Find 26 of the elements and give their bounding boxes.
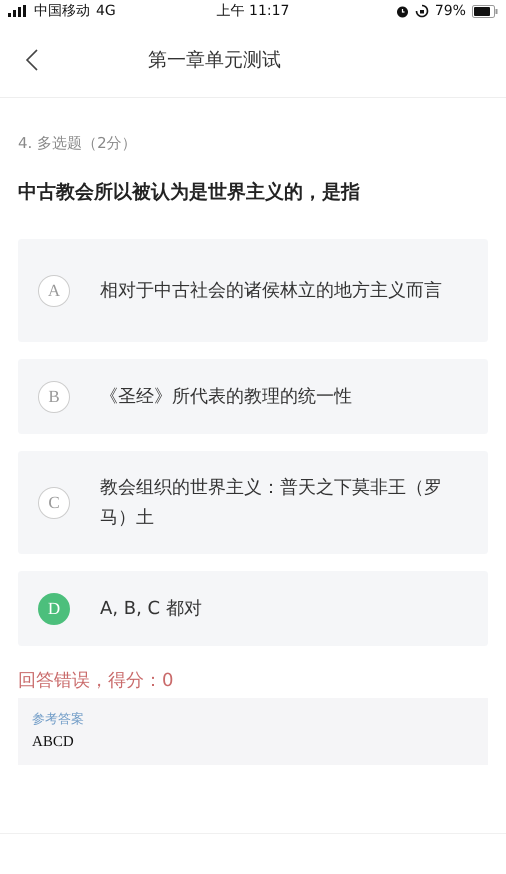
option-letter: B [38, 380, 70, 412]
option-card[interactable]: C 教会组织的世界主义：普天之下莫非王（罗马）土 [18, 451, 488, 554]
rotation-lock-icon [414, 4, 429, 18]
option-card[interactable]: A 相对于中古社会的诸侯林立的地方主义而言 [18, 239, 488, 342]
option-text: 相对于中古社会的诸侯林立的地方主义而言 [100, 278, 443, 302]
battery-percent: 79% [434, 3, 466, 19]
page-title: 第一章单元测试 [148, 48, 281, 72]
clock: 上午 11:17 [216, 2, 290, 20]
reference-label: 参考答案 [32, 711, 85, 728]
question-type: 4. 多选题（2分） [18, 134, 138, 153]
option-card[interactable]: D A, B, C 都对 [18, 571, 488, 646]
option-letter: D [38, 592, 70, 624]
option-letter: A [38, 274, 70, 306]
question-text: 中古教会所以被认为是世界主义的，是指 [18, 180, 361, 205]
option-text: 教会组织的世界主义：普天之下莫非王（罗马）土 [100, 476, 443, 530]
signal-icon [8, 5, 28, 17]
alarm-icon [396, 4, 409, 18]
option-card[interactable]: B 《圣经》所代表的教理的统一性 [18, 359, 488, 434]
option-letter: C [38, 486, 70, 518]
network-type: 4G [96, 3, 116, 19]
reference-value: ABCD [32, 734, 75, 751]
battery-icon [472, 4, 498, 18]
option-text: A, B, C 都对 [100, 596, 203, 620]
carrier-name: 中国移动 [34, 2, 90, 20]
result-text: 回答错误，得分：0 [18, 669, 174, 692]
option-text: 《圣经》所代表的教理的统一性 [100, 384, 353, 408]
